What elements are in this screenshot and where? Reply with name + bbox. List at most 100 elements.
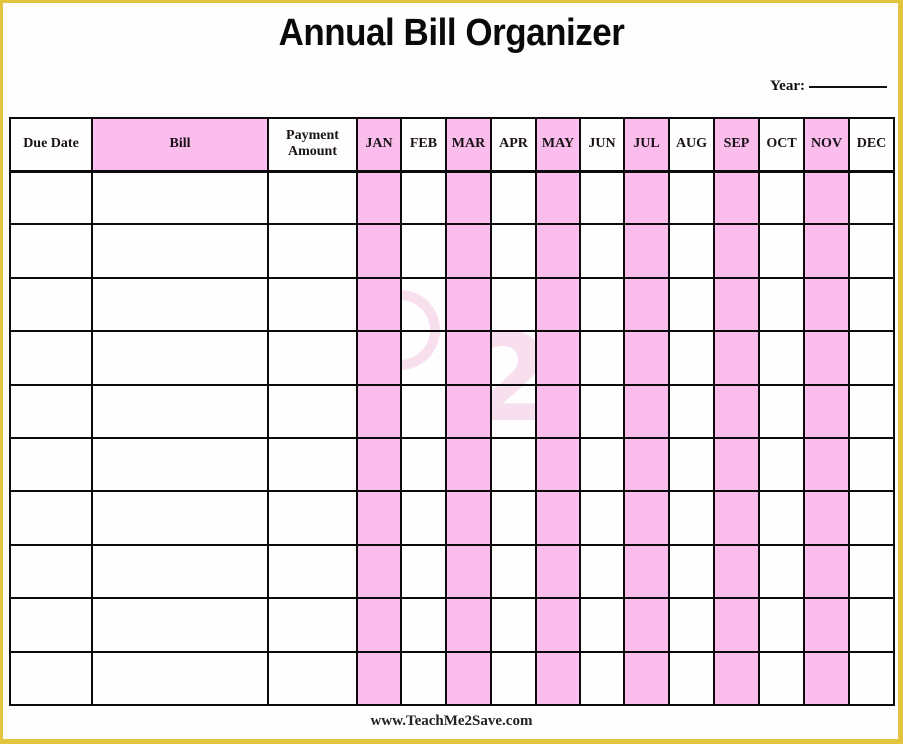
cell-jan[interactable] xyxy=(356,597,402,653)
cell-apr[interactable] xyxy=(490,543,537,600)
cell-sep[interactable] xyxy=(713,436,760,493)
cell-oct[interactable] xyxy=(758,543,805,600)
cell-feb[interactable] xyxy=(400,650,447,706)
cell-nov[interactable] xyxy=(803,223,850,279)
cell-aug[interactable] xyxy=(668,276,715,333)
cell-due-date[interactable] xyxy=(9,276,93,333)
cell-may[interactable] xyxy=(535,543,581,600)
cell-oct[interactable] xyxy=(758,169,805,226)
cell-apr[interactable] xyxy=(490,383,537,439)
cell-nov[interactable] xyxy=(803,543,850,600)
cell-due-date[interactable] xyxy=(9,543,93,600)
cell-jul[interactable] xyxy=(623,436,670,493)
cell-jun[interactable] xyxy=(579,597,625,653)
cell-jun[interactable] xyxy=(579,383,625,439)
cell-payment-amount[interactable] xyxy=(267,276,358,333)
cell-sep[interactable] xyxy=(713,383,760,439)
cell-nov[interactable] xyxy=(803,490,850,546)
cell-mar[interactable] xyxy=(445,276,492,333)
cell-jun[interactable] xyxy=(579,169,625,226)
cell-nov[interactable] xyxy=(803,383,850,439)
cell-jul[interactable] xyxy=(623,223,670,279)
cell-bill[interactable] xyxy=(91,543,269,600)
cell-apr[interactable] xyxy=(490,650,537,706)
cell-dec[interactable] xyxy=(848,597,895,653)
cell-due-date[interactable] xyxy=(9,490,93,546)
cell-dec[interactable] xyxy=(848,276,895,333)
cell-jul[interactable] xyxy=(623,383,670,439)
cell-oct[interactable] xyxy=(758,276,805,333)
cell-jul[interactable] xyxy=(623,276,670,333)
cell-may[interactable] xyxy=(535,223,581,279)
cell-payment-amount[interactable] xyxy=(267,436,358,493)
cell-apr[interactable] xyxy=(490,223,537,279)
cell-aug[interactable] xyxy=(668,650,715,706)
cell-jul[interactable] xyxy=(623,330,670,386)
cell-sep[interactable] xyxy=(713,650,760,706)
cell-bill[interactable] xyxy=(91,383,269,439)
cell-feb[interactable] xyxy=(400,543,447,600)
cell-payment-amount[interactable] xyxy=(267,330,358,386)
cell-bill[interactable] xyxy=(91,223,269,279)
cell-payment-amount[interactable] xyxy=(267,597,358,653)
cell-oct[interactable] xyxy=(758,436,805,493)
cell-oct[interactable] xyxy=(758,330,805,386)
cell-sep[interactable] xyxy=(713,169,760,226)
cell-jul[interactable] xyxy=(623,543,670,600)
cell-aug[interactable] xyxy=(668,490,715,546)
cell-sep[interactable] xyxy=(713,543,760,600)
cell-jul[interactable] xyxy=(623,650,670,706)
cell-jan[interactable] xyxy=(356,383,402,439)
cell-bill[interactable] xyxy=(91,597,269,653)
cell-aug[interactable] xyxy=(668,436,715,493)
cell-mar[interactable] xyxy=(445,169,492,226)
cell-apr[interactable] xyxy=(490,436,537,493)
cell-apr[interactable] xyxy=(490,330,537,386)
cell-aug[interactable] xyxy=(668,223,715,279)
cell-oct[interactable] xyxy=(758,650,805,706)
cell-nov[interactable] xyxy=(803,169,850,226)
cell-may[interactable] xyxy=(535,436,581,493)
cell-due-date[interactable] xyxy=(9,383,93,439)
cell-dec[interactable] xyxy=(848,169,895,226)
cell-jan[interactable] xyxy=(356,650,402,706)
cell-bill[interactable] xyxy=(91,276,269,333)
cell-dec[interactable] xyxy=(848,490,895,546)
cell-nov[interactable] xyxy=(803,330,850,386)
cell-dec[interactable] xyxy=(848,543,895,600)
cell-dec[interactable] xyxy=(848,383,895,439)
cell-jun[interactable] xyxy=(579,650,625,706)
cell-bill[interactable] xyxy=(91,330,269,386)
cell-nov[interactable] xyxy=(803,276,850,333)
cell-jul[interactable] xyxy=(623,169,670,226)
cell-feb[interactable] xyxy=(400,383,447,439)
cell-dec[interactable] xyxy=(848,330,895,386)
cell-may[interactable] xyxy=(535,169,581,226)
cell-jan[interactable] xyxy=(356,490,402,546)
cell-due-date[interactable] xyxy=(9,330,93,386)
cell-mar[interactable] xyxy=(445,383,492,439)
cell-sep[interactable] xyxy=(713,223,760,279)
cell-jan[interactable] xyxy=(356,543,402,600)
cell-feb[interactable] xyxy=(400,436,447,493)
cell-payment-amount[interactable] xyxy=(267,650,358,706)
cell-jul[interactable] xyxy=(623,490,670,546)
cell-aug[interactable] xyxy=(668,597,715,653)
cell-bill[interactable] xyxy=(91,169,269,226)
cell-jan[interactable] xyxy=(356,276,402,333)
cell-sep[interactable] xyxy=(713,330,760,386)
cell-feb[interactable] xyxy=(400,169,447,226)
cell-aug[interactable] xyxy=(668,330,715,386)
cell-may[interactable] xyxy=(535,650,581,706)
cell-oct[interactable] xyxy=(758,383,805,439)
cell-payment-amount[interactable] xyxy=(267,543,358,600)
cell-bill[interactable] xyxy=(91,650,269,706)
cell-mar[interactable] xyxy=(445,650,492,706)
cell-nov[interactable] xyxy=(803,650,850,706)
cell-jun[interactable] xyxy=(579,490,625,546)
cell-oct[interactable] xyxy=(758,223,805,279)
cell-jan[interactable] xyxy=(356,330,402,386)
cell-oct[interactable] xyxy=(758,490,805,546)
cell-feb[interactable] xyxy=(400,490,447,546)
cell-nov[interactable] xyxy=(803,597,850,653)
